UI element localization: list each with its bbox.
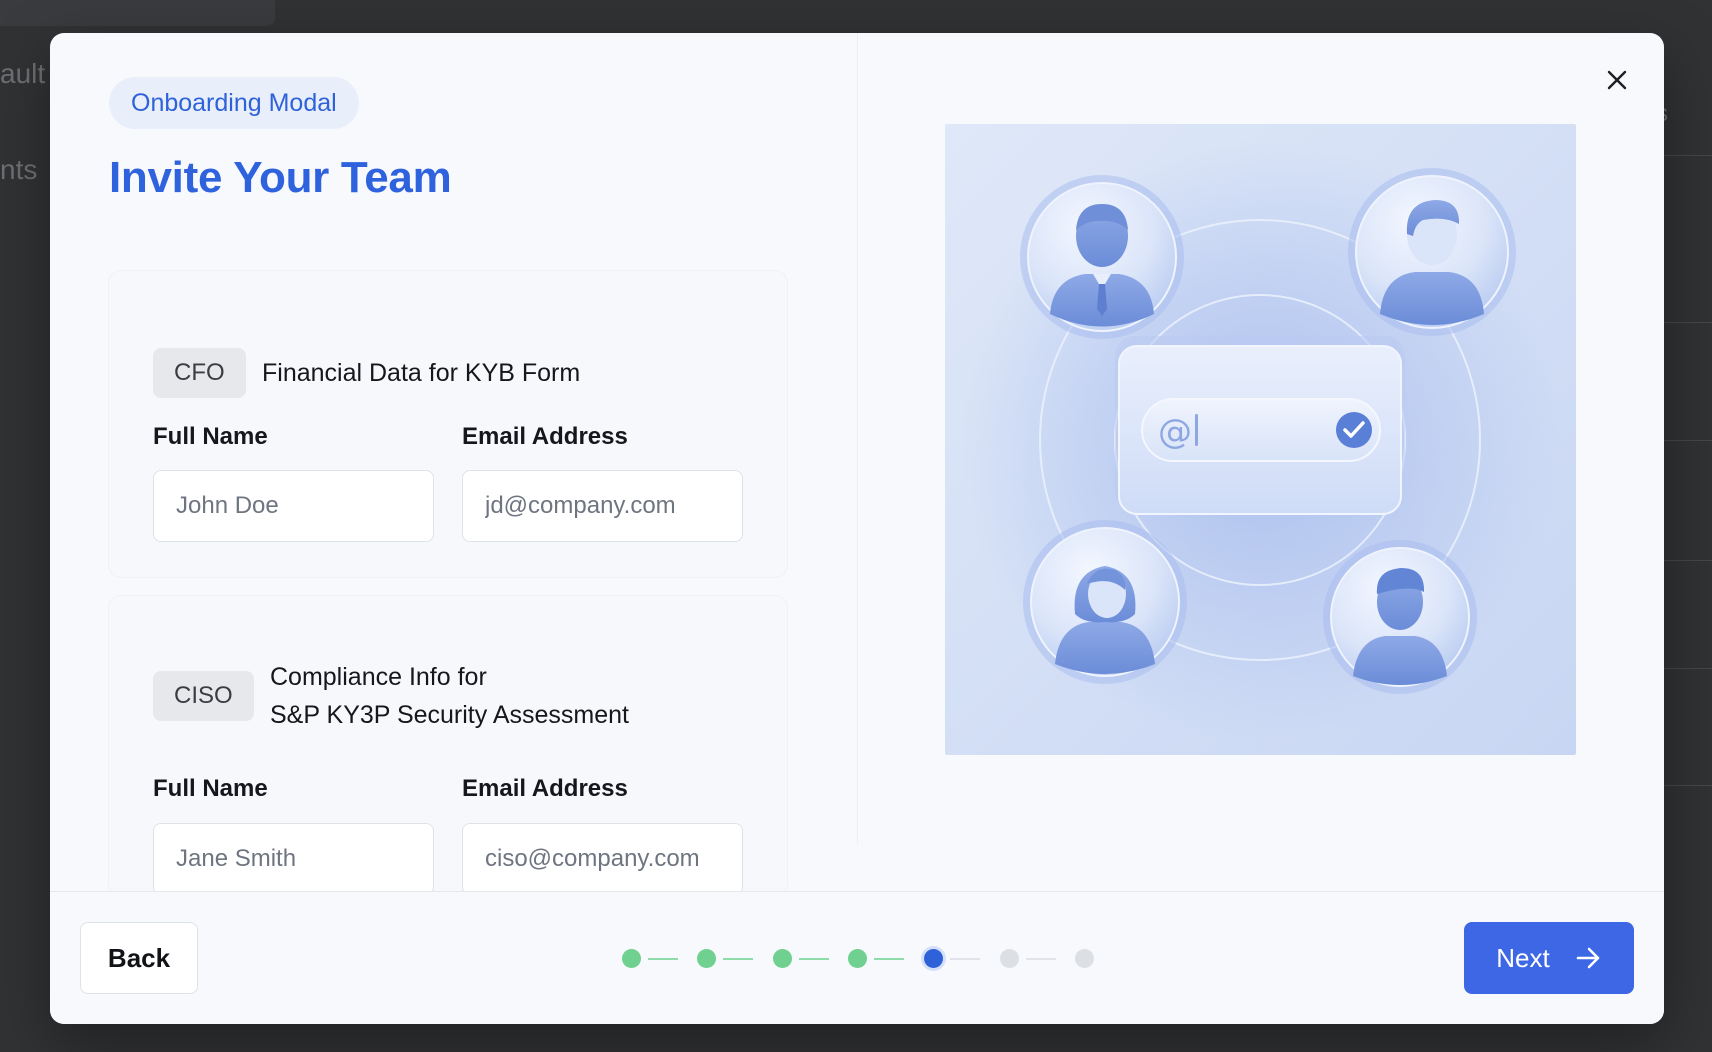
close-button[interactable] bbox=[1600, 63, 1634, 97]
background-divider bbox=[1664, 440, 1712, 441]
progress-stepper bbox=[622, 948, 1102, 968]
step-dot-completed bbox=[697, 949, 716, 968]
ciso-full-name-input[interactable] bbox=[153, 823, 434, 895]
step-dot-upcoming bbox=[1075, 949, 1094, 968]
ciso-invite-card: CISO Compliance Info for S&P KY3P Securi… bbox=[109, 596, 787, 896]
step-connector bbox=[950, 958, 980, 960]
step-connector bbox=[874, 958, 904, 960]
onboarding-modal: Onboarding Modal Invite Your Team CFO Fi… bbox=[50, 33, 1664, 1024]
next-button[interactable]: Next bbox=[1464, 922, 1634, 994]
description-line-1: Compliance Info for bbox=[270, 663, 487, 691]
background-text: nts bbox=[0, 154, 38, 185]
step-dot-upcoming bbox=[1000, 949, 1019, 968]
step-connector bbox=[723, 958, 753, 960]
email-address-label: Email Address bbox=[462, 775, 628, 802]
background-divider bbox=[1664, 155, 1712, 156]
role-tag-cfo: CFO bbox=[153, 348, 246, 398]
card-description: Compliance Info for S&P KY3P Security As… bbox=[270, 658, 629, 734]
full-name-label: Full Name bbox=[153, 423, 268, 450]
full-name-label: Full Name bbox=[153, 775, 268, 802]
description-strong: KYB Form bbox=[464, 359, 581, 387]
man-avatar-icon bbox=[1348, 168, 1516, 336]
step-dot-completed bbox=[773, 949, 792, 968]
ciso-email-input[interactable] bbox=[462, 823, 743, 895]
arrow-right-icon bbox=[1576, 947, 1600, 969]
modal-badge: Onboarding Modal bbox=[109, 77, 359, 129]
email-address-label: Email Address bbox=[462, 423, 628, 450]
modal-footer: Back Next bbox=[50, 891, 1664, 1024]
man-avatar-icon bbox=[1323, 540, 1477, 694]
at-symbol: @ bbox=[1158, 412, 1192, 452]
cfo-full-name-input[interactable] bbox=[153, 470, 434, 542]
check-icon bbox=[1336, 412, 1372, 448]
background-topbar bbox=[0, 0, 275, 26]
card-description: Financial Data for KYB Form bbox=[262, 354, 580, 392]
team-invite-illustration: @ bbox=[945, 124, 1576, 755]
background-text: ault bbox=[0, 58, 46, 89]
role-tag-ciso: CISO bbox=[153, 671, 254, 721]
description-prefix: Financial Data for bbox=[262, 359, 458, 387]
next-button-label: Next bbox=[1496, 942, 1550, 973]
email-input-icon: @ bbox=[1115, 336, 1405, 515]
cfo-invite-card: CFO Financial Data for KYB Form Full Nam… bbox=[109, 271, 787, 577]
description-line-2: S&P KY3P Security Assessment bbox=[270, 701, 629, 729]
team-illustration-graphic: @ bbox=[945, 124, 1576, 755]
background-divider bbox=[1664, 322, 1712, 323]
background-divider bbox=[1664, 668, 1712, 669]
step-dot-completed bbox=[848, 949, 867, 968]
step-connector bbox=[648, 958, 678, 960]
back-button[interactable]: Back bbox=[80, 922, 198, 994]
invite-form-panel: Onboarding Modal Invite Your Team CFO Fi… bbox=[50, 33, 858, 896]
businessman-avatar-icon bbox=[1020, 175, 1184, 339]
woman-avatar-icon bbox=[1023, 520, 1187, 684]
close-icon bbox=[1607, 70, 1627, 90]
background-divider bbox=[1664, 560, 1712, 561]
page-title: Invite Your Team bbox=[109, 153, 452, 202]
step-dot-completed bbox=[622, 949, 641, 968]
step-dot-current bbox=[924, 949, 943, 968]
background-divider bbox=[1664, 785, 1712, 786]
cfo-email-input[interactable] bbox=[462, 470, 743, 542]
step-connector bbox=[1026, 958, 1056, 960]
step-connector bbox=[799, 958, 829, 960]
